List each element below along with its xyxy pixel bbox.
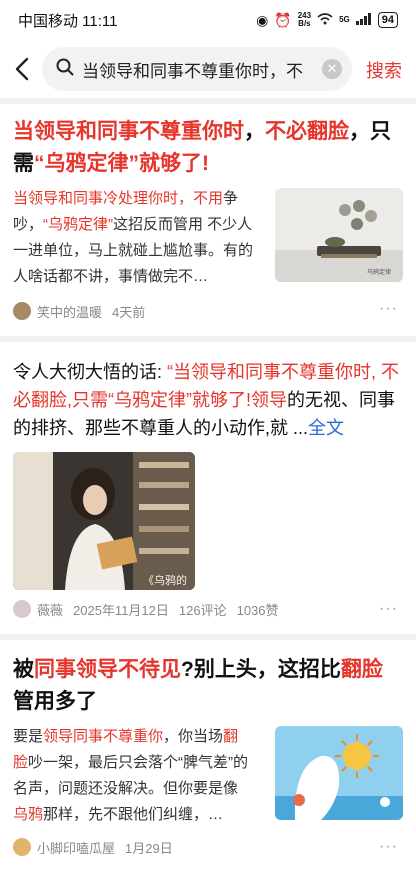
post-time: 1月29日: [125, 840, 173, 856]
more-options-icon[interactable]: ···: [379, 838, 398, 856]
post-time: 4天前: [112, 304, 146, 320]
result-meta: 薇薇 2025年11月12日 126评论 1036赞: [13, 598, 279, 620]
result-meta: 小脚印嗑瓜屋 1月29日: [13, 836, 403, 858]
author-name[interactable]: 笑中的温暖: [37, 302, 102, 321]
wifi-icon: [317, 12, 333, 28]
result-thumbnail[interactable]: 乌鸦定律: [275, 188, 403, 282]
like-count: 1036赞: [236, 602, 279, 618]
comment-count: 126评论: [178, 602, 227, 618]
result-card[interactable]: 被同事领导不待见?别上头，这招比翻脸管用多了 要是领导同事不尊重你，你当场翻脸吵…: [0, 654, 416, 858]
network-type: 5G: [339, 15, 350, 24]
thumb-caption: 乌鸦定律: [367, 268, 391, 276]
author-name[interactable]: 薇薇: [37, 600, 63, 619]
carrier-time: 中国移动 11:11: [18, 12, 118, 30]
search-input[interactable]: 当领导和同事不尊重你时，不 ✕: [42, 47, 352, 91]
more-options-icon[interactable]: ···: [379, 300, 398, 318]
more-options-icon[interactable]: ···: [379, 600, 398, 618]
search-query: 当领导和同事不尊重你时，不: [82, 61, 303, 81]
result-card[interactable]: 令人大彻大悟的话: “当领导和同事不尊重你时, 不必翻脸,只需“乌鸦定律”就够了…: [0, 358, 416, 442]
net-speed: 243 B/s: [298, 12, 311, 28]
divider: [0, 634, 416, 640]
status-bar: 中国移动 11:11 ◉ ⏰ 243 B/s 5G 94: [0, 0, 416, 40]
clear-icon[interactable]: ✕: [322, 59, 342, 79]
post-date: 2025年11月12日: [73, 602, 169, 618]
result-body[interactable]: 令人大彻大悟的话: “当领导和同事不尊重你时, 不必翻脸,只需“乌鸦定律”就够了…: [13, 358, 403, 442]
back-arrow-icon[interactable]: [2, 46, 42, 92]
search-icon: [56, 58, 74, 81]
eye-icon: ◉: [256, 11, 269, 28]
full-text-link[interactable]: 全文: [308, 418, 344, 438]
avatar[interactable]: [13, 302, 31, 320]
status-icons: ◉ ⏰ 243 B/s 5G 94: [256, 12, 398, 29]
author-name[interactable]: 小脚印嗑瓜屋: [37, 838, 115, 857]
result-card[interactable]: 当领导和同事不尊重你时，不必翻脸，只需“乌鸦定律”就够了! 当领导和同事冷处理你…: [0, 116, 416, 322]
result-image[interactable]: 《乌鸦的: [13, 452, 195, 590]
result-meta: 笑中的温暖 4天前: [13, 300, 403, 322]
signal-icon: [355, 12, 372, 28]
result-title[interactable]: 当领导和同事不尊重你时，不必翻脸，只需“乌鸦定律”就够了!: [13, 116, 403, 180]
battery-indicator: 94: [377, 12, 398, 28]
result-snippet: 要是领导同事不尊重你，你当场翻脸吵一架，最后只会落个“脾气差”的名声，问题还没解…: [13, 728, 249, 823]
divider: [0, 98, 416, 104]
avatar[interactable]: [13, 600, 31, 618]
alarm-icon: ⏰: [274, 11, 292, 28]
avatar[interactable]: [13, 838, 31, 856]
search-button[interactable]: 搜索: [366, 57, 402, 83]
image-caption: 《乌鸦的: [143, 573, 187, 587]
divider: [0, 336, 416, 342]
net-speed-unit: B/s: [298, 19, 311, 28]
result-thumbnail[interactable]: [275, 726, 403, 820]
result-snippet: 当领导和同事冷处理你时，不用争吵，“乌鸦定律”这招反而管用 不少人一进单位，马上…: [13, 190, 254, 285]
search-row: 当领导和同事不尊重你时，不 ✕: [0, 46, 416, 92]
result-title[interactable]: 被同事领导不待见?别上头，这招比翻脸管用多了: [13, 654, 403, 718]
